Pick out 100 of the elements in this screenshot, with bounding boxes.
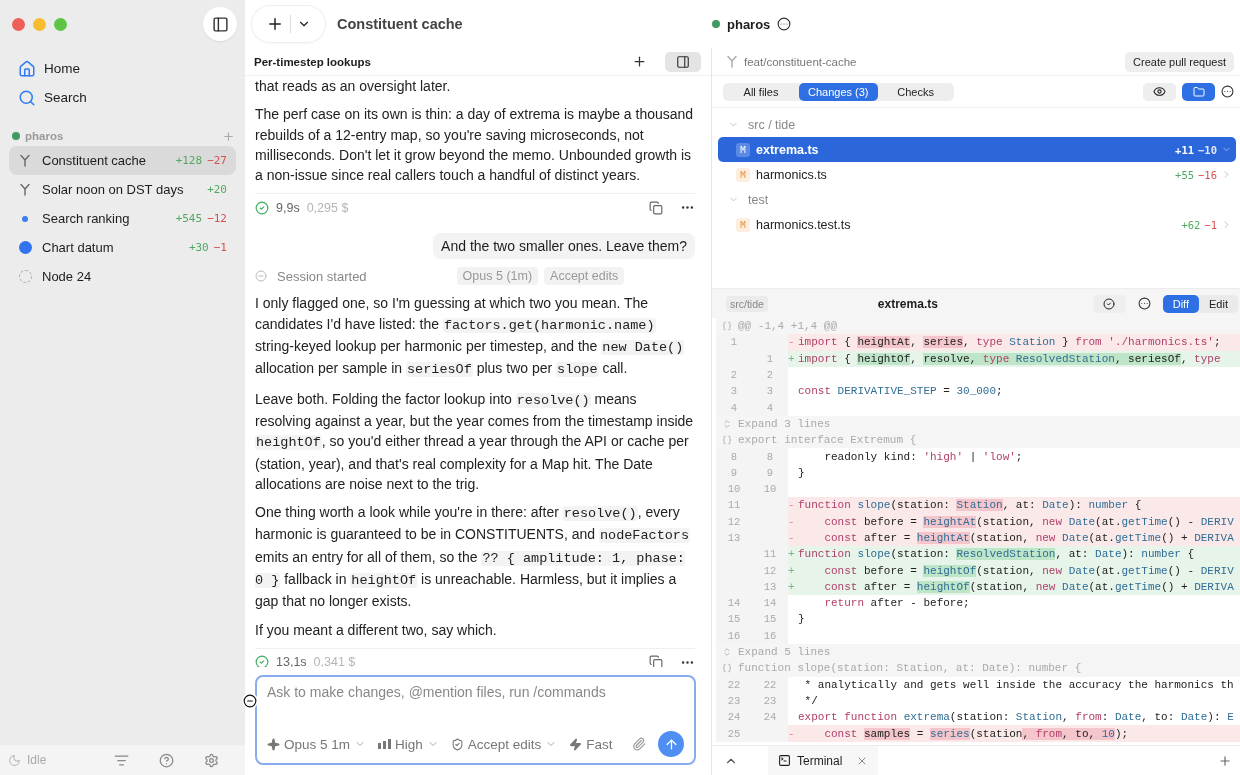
code-line: readonly kind: 'high' | 'low';	[823, 450, 1024, 463]
file-row[interactable]: M harmonics.ts +55 −16	[718, 162, 1236, 187]
close-window-button[interactable]	[12, 17, 25, 31]
message-composer[interactable]: Ask to make changes, @mention files, run /commands Opus 5 1m High Accept edits Fast	[255, 675, 696, 765]
line-number: 16	[762, 629, 778, 642]
terminal-label: Terminal	[797, 753, 843, 768]
line-number: 2	[765, 369, 775, 382]
preview-button[interactable]	[1143, 82, 1176, 101]
copy-icon[interactable]	[649, 655, 663, 667]
plus-icon	[631, 54, 647, 69]
file-row[interactable]: M extrema.ts +11 −10	[718, 137, 1236, 162]
line-number: 24	[762, 711, 778, 724]
help-icon[interactable]	[159, 752, 174, 768]
line-number: 10	[762, 483, 778, 496]
message-paragraph: Leave both. Folding the factor lookup into resolve() means resolving against a year, but the year comes from the timestamp inside heightOf, so you'd either thread a year through the API or cache per (station, year), and that's real complexity for a Map hit. The Date allocations are noise next to the trig.	[255, 389, 695, 494]
line-number: 8	[765, 450, 775, 463]
line-number: 14	[726, 597, 742, 610]
code-line: * analytically and gets well inside the accuracy the harmonics th	[803, 678, 1235, 691]
diff-sign: -	[788, 532, 796, 544]
settings-icon[interactable]	[204, 752, 219, 768]
session-item[interactable]: Solar noon on DST days +20	[9, 175, 236, 204]
file-name: harmonics.ts	[756, 167, 827, 182]
mark-reviewed-button[interactable]	[1092, 294, 1126, 313]
line-number: 3	[765, 385, 775, 398]
line-number: 16	[726, 629, 742, 642]
terminal-tab[interactable]: Terminal	[768, 746, 879, 775]
check-circle-icon	[1103, 297, 1116, 310]
folder-view-button[interactable]	[1182, 82, 1215, 101]
session-item[interactable]: Node 24	[9, 262, 236, 291]
project-status-dot	[12, 132, 20, 140]
session-title: Solar noon on DST days	[42, 182, 184, 197]
file-path: src/tide	[726, 295, 768, 312]
code-line: function slope(station: ResolvedStation, at: Date): number {	[798, 548, 1196, 561]
sidebar-toggle-button[interactable]	[203, 7, 237, 41]
more-icon[interactable]	[1137, 297, 1151, 310]
folder-row[interactable]: test	[718, 187, 1236, 212]
session-title: Chart datum	[42, 240, 114, 255]
attach-icon[interactable]	[632, 737, 646, 751]
line-number: 2	[729, 369, 739, 382]
shield-check-icon	[450, 737, 464, 751]
panel-icon	[676, 54, 690, 69]
tab[interactable]: Changes (3)	[799, 82, 878, 101]
line-number: 14	[762, 597, 778, 610]
line-number: 13	[726, 532, 742, 544]
view-toggle[interactable]: Diff	[1162, 294, 1200, 313]
session-item[interactable]: Search ranking +545 −12	[9, 204, 236, 233]
line-number: 9	[765, 466, 775, 479]
folder-icon	[1192, 85, 1205, 98]
thread-title: Per-timestep lookups	[254, 55, 371, 68]
circle-minus-icon	[243, 694, 257, 708]
hunk-header: @@ -1,4 +1,4 @@	[738, 320, 838, 333]
view-toggle[interactable]: Edit	[1199, 294, 1238, 313]
session-title: Search ranking	[42, 211, 130, 226]
line-number: 11	[762, 548, 778, 561]
moon-icon	[8, 753, 21, 767]
status-text: Idle	[27, 753, 47, 767]
composer-option[interactable]: Accept edits	[450, 736, 558, 752]
folder-name: src / tide	[748, 117, 796, 132]
line-number: 13	[762, 580, 778, 593]
hunk-header: function slope(station: Station, at: Date): number {	[738, 662, 1082, 675]
cost-text: 0,295 $	[306, 201, 349, 215]
branch-icon	[19, 154, 31, 167]
composer-option[interactable]: High	[378, 736, 439, 752]
check-circle-icon	[255, 201, 269, 215]
tab[interactable]: Checks	[877, 82, 954, 101]
line-number: 23	[762, 694, 778, 707]
code-line: */	[803, 694, 819, 707]
braces-icon	[722, 663, 732, 674]
sparkle-icon	[267, 737, 280, 751]
folder-name: test	[748, 192, 769, 207]
lines-added: +62	[1181, 218, 1201, 231]
line-number: 24	[726, 711, 742, 724]
session-title: Node 24	[42, 269, 92, 284]
panel-toggle-button[interactable]	[665, 51, 701, 72]
filter-icon[interactable]	[114, 752, 129, 768]
tab[interactable]: All files	[723, 82, 799, 101]
terminal-icon	[778, 754, 791, 767]
composer-option[interactable]: Opus 5 1m	[267, 736, 367, 752]
lightning-icon	[569, 737, 583, 751]
send-button[interactable]	[658, 731, 684, 757]
folder-row[interactable]: src / tide	[718, 112, 1236, 137]
composer-option[interactable]: Fast	[569, 736, 613, 752]
session-item[interactable]: Constituent cache +128 −27	[9, 146, 236, 175]
code-line: return after - before;	[823, 597, 971, 610]
line-number: 15	[762, 613, 778, 626]
create-pull-request-button[interactable]: Create pull request	[1125, 51, 1234, 72]
eye-icon	[1153, 85, 1166, 98]
session-title: Constituent cache	[337, 16, 463, 32]
status-dot	[22, 215, 28, 222]
message-paragraph: I only flagged one, so I'm guessing at which two you mean. The candidates I'd have listed: the factors.get(harmonic.name) string-keyed lookup per harmonic per timestep, and the new Date() allocation per sample in seriesOf plus two per slope call.	[255, 294, 686, 380]
nav-item[interactable]: Home	[0, 54, 245, 83]
line-number: 4	[765, 401, 775, 414]
more-icon[interactable]	[1221, 85, 1234, 98]
lines-removed: −1	[213, 241, 227, 254]
session-item[interactable]: Chart datum +30 −1	[9, 233, 236, 262]
nav-item[interactable]: Search	[0, 83, 245, 112]
line-number: 12	[726, 515, 742, 528]
copy-icon[interactable]	[649, 201, 663, 215]
more-icon[interactable]	[777, 17, 792, 31]
file-row[interactable]: M harmonics.test.ts +62 −1	[718, 212, 1236, 237]
